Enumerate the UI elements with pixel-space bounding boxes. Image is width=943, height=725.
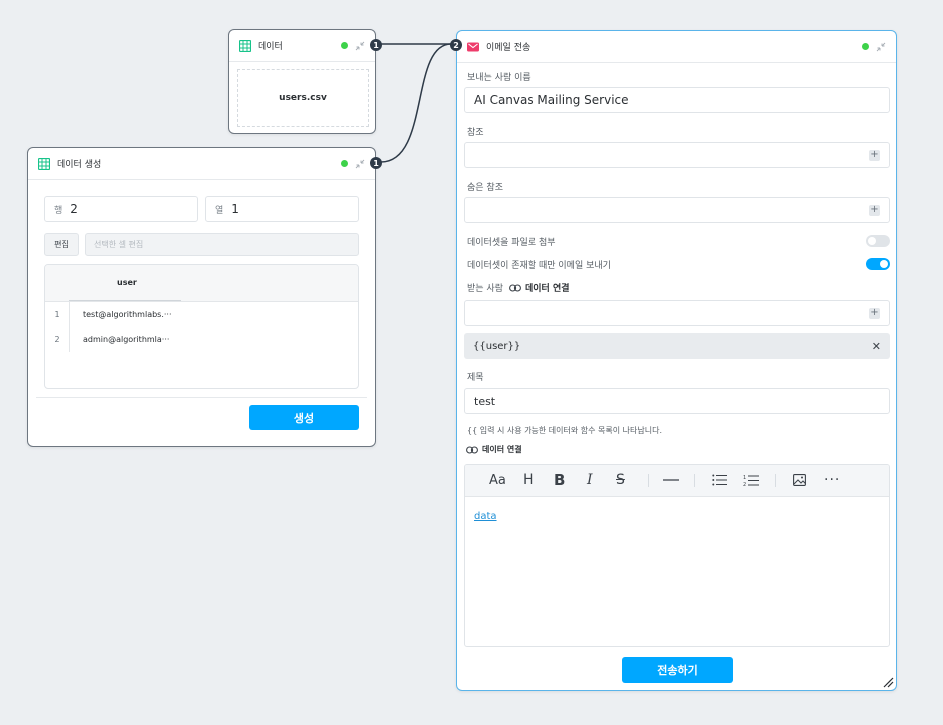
table-icon — [239, 39, 251, 52]
recipient-label: 받는 사람 — [467, 284, 503, 294]
add-cc-icon[interactable]: + — [869, 149, 880, 161]
bcc-label: 숨은 참조 — [467, 183, 503, 193]
body-link-row: 데이터 연결 — [466, 444, 522, 455]
mail-icon — [467, 41, 479, 53]
table-header: user — [45, 265, 358, 302]
cols-label: 열 — [215, 205, 224, 216]
table-row[interactable]: 2 admin@algorithmla··· — [45, 327, 358, 352]
editor-toolbar: Aa H B I S 12 ··· — [465, 465, 889, 497]
italic-icon[interactable]: I — [587, 465, 593, 495]
data-generate-node[interactable]: 데이터 생성 행 2 열 1 편집 선택한 셀 편집 user 1 test@a… — [27, 147, 382, 447]
attach-toggle[interactable] — [866, 235, 890, 247]
bold-icon[interactable]: B — [554, 465, 565, 495]
only-exist-toggle[interactable] — [866, 258, 890, 270]
table-cell[interactable]: admin@algorithmla··· — [69, 335, 169, 344]
link-icon — [466, 445, 478, 454]
editor-data-link[interactable]: data — [474, 511, 497, 522]
row-number: 2 — [54, 335, 60, 344]
email-send-node[interactable]: 이메일 전송 2 보내는 사람 이름 AI Canvas Mailing Ser… — [450, 30, 897, 691]
hint-text: {{ 입력 시 사용 가능한 데이터와 함수 목록이 나타납니다. — [467, 426, 662, 435]
recipient-label-row: 받는 사람 데이터 연결 — [467, 281, 570, 294]
editor-content[interactable]: data — [465, 497, 889, 533]
heading-icon[interactable]: H — [523, 465, 534, 495]
status-dot — [341, 42, 348, 49]
send-button[interactable]: 전송하기 — [622, 657, 733, 683]
sender-value: AI Canvas Mailing Service — [474, 93, 629, 107]
status-dot — [341, 160, 348, 167]
image-icon[interactable] — [793, 465, 806, 495]
input-port[interactable]: 2 — [450, 39, 462, 51]
body-data-link-button[interactable]: 데이터 연결 — [482, 444, 522, 455]
rows-value: 2 — [70, 202, 78, 216]
cc-label: 참조 — [467, 128, 484, 138]
column-header-user[interactable]: user — [117, 278, 137, 287]
shrink-icon[interactable] — [355, 41, 365, 51]
add-recipient-icon[interactable]: + — [869, 307, 880, 319]
subject-label: 제목 — [467, 373, 484, 383]
resize-handle-icon[interactable] — [883, 677, 894, 688]
output-port[interactable]: 1 — [370, 157, 382, 169]
close-icon[interactable]: ✕ — [872, 340, 881, 353]
sender-label: 보내는 사람 이름 — [467, 73, 531, 83]
cell-edit-input[interactable]: 선택한 셀 편집 — [85, 233, 359, 256]
status-dot — [862, 43, 869, 50]
rows-input[interactable]: 행 2 — [44, 196, 198, 222]
file-drop-area[interactable]: users.csv — [237, 69, 369, 127]
cell-edit-placeholder: 선택한 셀 편집 — [94, 240, 144, 249]
edit-button[interactable]: 편집 — [44, 233, 79, 256]
cc-input[interactable]: + — [464, 142, 890, 168]
table-row[interactable]: 1 test@algorithmlabs.··· — [45, 302, 358, 327]
cols-value: 1 — [231, 202, 239, 216]
attach-label: 데이터셋을 파일로 첨부 — [467, 238, 556, 248]
bcc-input[interactable]: + — [464, 197, 890, 223]
table-cell[interactable]: test@algorithmlabs.··· — [69, 310, 172, 319]
bullet-list-icon[interactable] — [712, 465, 727, 495]
add-bcc-icon[interactable]: + — [869, 204, 880, 216]
email-node-title: 이메일 전송 — [486, 43, 531, 53]
subject-input[interactable]: test — [464, 388, 890, 414]
table-edit-icon — [38, 157, 50, 170]
recipient-tag-text: {{user}} — [473, 340, 521, 352]
sender-input[interactable]: AI Canvas Mailing Service — [464, 87, 890, 113]
more-icon[interactable]: ··· — [824, 465, 840, 495]
only-exist-label: 데이터셋이 존재할 때만 이메일 보내기 — [467, 261, 611, 271]
email-node-header[interactable]: 이메일 전송 — [457, 31, 896, 63]
recipient-input[interactable]: + — [464, 300, 890, 326]
file-name: users.csv — [279, 93, 327, 103]
ordered-list-icon[interactable]: 12 — [743, 465, 759, 495]
subject-value: test — [474, 394, 496, 408]
data-generate-header[interactable]: 데이터 생성 — [28, 148, 375, 180]
rich-editor: Aa H B I S 12 ··· data — [464, 464, 890, 647]
data-table: user 1 test@algorithmlabs.··· 2 admin@al… — [44, 264, 359, 389]
svg-text:2: 2 — [743, 482, 746, 487]
data-node-header[interactable]: 데이터 — [229, 30, 375, 62]
data-link-button[interactable]: 데이터 연결 — [525, 281, 570, 294]
shrink-icon[interactable] — [355, 159, 365, 169]
rows-label: 행 — [54, 205, 63, 216]
data-generate-title: 데이터 생성 — [57, 160, 102, 170]
data-node[interactable]: 데이터 users.csv 1 — [228, 29, 382, 134]
data-node-title: 데이터 — [258, 42, 283, 52]
recipient-tag[interactable]: {{user}} ✕ — [464, 333, 890, 359]
text-size-icon[interactable]: Aa — [489, 465, 506, 495]
output-port[interactable]: 1 — [370, 39, 382, 51]
link-icon — [509, 283, 521, 292]
svg-text:1: 1 — [743, 475, 746, 481]
row-number: 1 — [54, 310, 60, 319]
strikethrough-icon[interactable]: S — [616, 465, 625, 495]
cols-input[interactable]: 열 1 — [205, 196, 359, 222]
generate-button[interactable]: 생성 — [249, 405, 359, 430]
shrink-icon[interactable] — [876, 42, 886, 52]
horizontal-rule-icon[interactable] — [663, 465, 679, 495]
